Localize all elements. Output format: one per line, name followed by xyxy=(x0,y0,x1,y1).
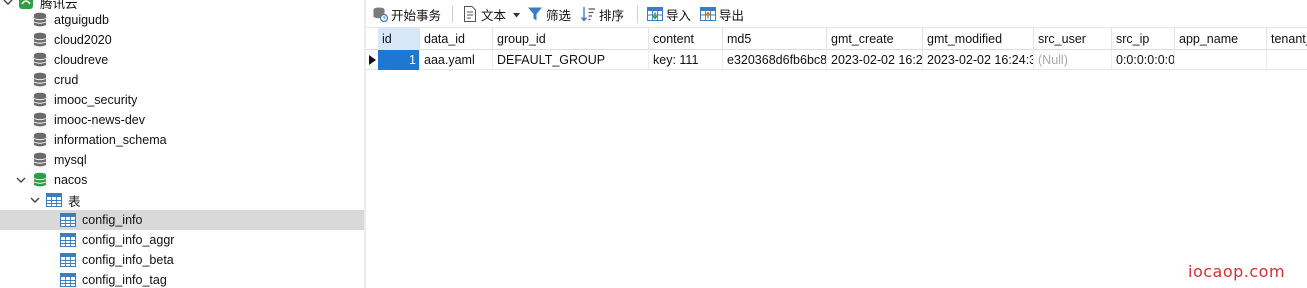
tables-folder-icon xyxy=(46,192,62,208)
column-header-tenant[interactable]: tenant_ xyxy=(1267,28,1307,50)
begin-transaction-label: 开始事务 xyxy=(391,8,442,23)
toolbar-divider xyxy=(452,5,453,23)
filter-button[interactable]: 筛选 xyxy=(527,4,571,24)
column-header-data-id[interactable]: data_id xyxy=(420,28,493,50)
tree-item-atguigudb[interactable]: atguigudb xyxy=(0,10,364,30)
import-icon xyxy=(647,6,663,22)
cell-group-id[interactable]: DEFAULT_GROUP xyxy=(493,50,649,70)
tree-item-label: cloudreve xyxy=(54,53,109,67)
column-header-md5[interactable]: md5 xyxy=(723,28,827,50)
chevron-down-icon[interactable] xyxy=(15,170,27,190)
tree-item-imooc-security[interactable]: imooc_security xyxy=(0,90,364,110)
toolbar-divider xyxy=(637,5,638,23)
database-open-icon xyxy=(32,172,48,188)
tree-item-config-info-tag[interactable]: config_info_tag xyxy=(0,270,364,288)
cell-app-name[interactable] xyxy=(1175,50,1267,70)
column-header-src-ip[interactable]: src_ip xyxy=(1112,28,1175,50)
filter-icon xyxy=(527,6,543,22)
column-header-gmt-modified[interactable]: gmt_modified xyxy=(923,28,1034,50)
data-grid: id data_id group_id content md5 gmt_crea… xyxy=(366,28,1307,288)
tree-item-config-info[interactable]: config_info xyxy=(0,210,364,230)
cell-src-ip[interactable]: 0:0:0:0:0:0: xyxy=(1112,50,1175,70)
column-header-src-user[interactable]: src_user xyxy=(1034,28,1112,50)
column-header-id[interactable]: id xyxy=(378,28,420,50)
tree-item-label: crud xyxy=(54,73,79,87)
table-row[interactable]: 1 aaa.yaml DEFAULT_GROUP key: 111 e32036… xyxy=(366,50,1307,70)
tree-item-information-schema[interactable]: information_schema xyxy=(0,130,364,150)
transaction-icon xyxy=(372,6,388,22)
table-icon xyxy=(60,232,76,248)
tree-item-label: imooc_security xyxy=(54,93,138,107)
tree-item-label: mysql xyxy=(54,153,87,167)
tree-item-label: nacos xyxy=(54,173,88,187)
tree-item-label: config_info_beta xyxy=(82,253,174,267)
import-button[interactable]: 导入 xyxy=(647,4,691,24)
sort-icon xyxy=(580,6,596,22)
export-icon xyxy=(700,6,716,22)
text-button[interactable]: 文本 xyxy=(462,4,521,24)
column-header-app-name[interactable]: app_name xyxy=(1175,28,1267,50)
toolbar: 开始事务 文本 筛选 排序 导入 导出 xyxy=(366,0,1307,28)
database-icon xyxy=(32,72,48,88)
tree-item-label: imooc-news-dev xyxy=(54,113,146,127)
tree-item-crud[interactable]: crud xyxy=(0,70,364,90)
watermark-text: iocaop.com xyxy=(1188,262,1286,281)
database-icon xyxy=(32,32,48,48)
cell-id[interactable]: 1 xyxy=(378,50,420,70)
table-icon xyxy=(60,252,76,268)
database-icon xyxy=(32,152,48,168)
table-icon xyxy=(60,212,76,228)
database-icon xyxy=(32,132,48,148)
cell-gmt-create[interactable]: 2023-02-02 16:2 xyxy=(827,50,923,70)
table-icon xyxy=(60,272,76,288)
chevron-down-icon[interactable] xyxy=(29,190,41,210)
tree-item-label: cloud2020 xyxy=(54,33,112,47)
column-header-gmt-create[interactable]: gmt_create xyxy=(827,28,923,50)
cell-data-id[interactable]: aaa.yaml xyxy=(420,50,493,70)
navigation-tree: 腾讯云 atguigudb cloud2020 cloudreve crud i… xyxy=(0,0,364,288)
tree-item-config-info-beta[interactable]: config_info_beta xyxy=(0,250,364,270)
tree-item-label: atguigudb xyxy=(54,13,109,27)
grid-header-row: id data_id group_id content md5 gmt_crea… xyxy=(366,28,1307,50)
cell-md5[interactable]: e320368d6fb6bc8 xyxy=(723,50,827,70)
export-label: 导出 xyxy=(719,8,745,23)
tree-item-label: config_info xyxy=(82,213,143,227)
import-label: 导入 xyxy=(666,8,692,23)
cell-tenant[interactable] xyxy=(1267,50,1307,70)
cell-src-user[interactable]: (Null) xyxy=(1034,50,1112,70)
tree-item-label: 表 xyxy=(68,194,81,209)
tree-item-cloud2020[interactable]: cloud2020 xyxy=(0,30,364,50)
caret-down-icon[interactable] xyxy=(513,7,521,21)
tree-item-mysql[interactable]: mysql xyxy=(0,150,364,170)
column-header-group-id[interactable]: group_id xyxy=(493,28,649,50)
sort-button[interactable]: 排序 xyxy=(580,4,624,24)
tree-item-label: information_schema xyxy=(54,133,167,147)
tree-item-config-info-aggr[interactable]: config_info_aggr xyxy=(0,230,364,250)
cell-gmt-modified[interactable]: 2023-02-02 16:24:3 xyxy=(923,50,1034,70)
tree-item-label: config_info_aggr xyxy=(82,233,175,247)
tree-item-tables[interactable]: 表 xyxy=(0,190,364,210)
filter-label: 筛选 xyxy=(546,8,572,23)
sort-label: 排序 xyxy=(599,8,625,23)
column-header-content[interactable]: content xyxy=(649,28,723,50)
database-icon xyxy=(32,52,48,68)
text-label: 文本 xyxy=(481,8,507,23)
cell-content[interactable]: key: 111 xyxy=(649,50,723,70)
export-button[interactable]: 导出 xyxy=(700,4,744,24)
database-icon xyxy=(32,112,48,128)
database-icon xyxy=(32,12,48,28)
tree-item-nacos[interactable]: nacos xyxy=(0,170,364,190)
database-icon xyxy=(32,92,48,108)
document-icon xyxy=(462,6,478,22)
begin-transaction-button[interactable]: 开始事务 xyxy=(372,4,441,24)
tree-item-cloudreve[interactable]: cloudreve xyxy=(0,50,364,70)
tree-item-label: config_info_tag xyxy=(82,273,167,287)
tencent-cloud-icon xyxy=(18,0,34,10)
tree-item-imooc-news-dev[interactable]: imooc-news-dev xyxy=(0,110,364,130)
